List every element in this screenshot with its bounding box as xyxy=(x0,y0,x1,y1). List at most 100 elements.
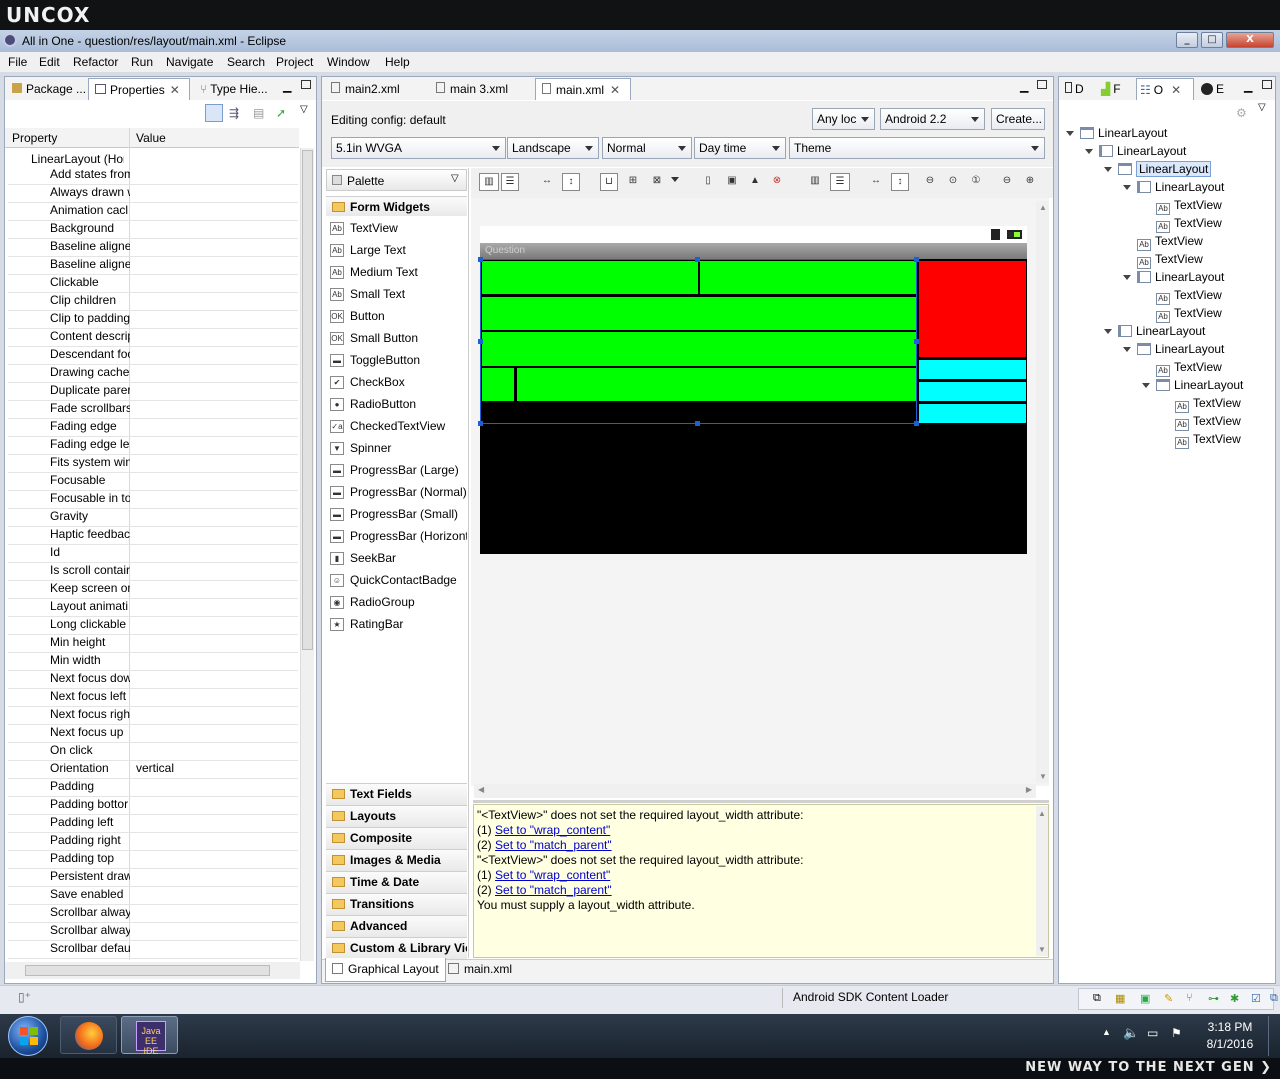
expand-triangle-icon[interactable] xyxy=(1104,329,1112,334)
canvas-vscrollbar[interactable]: ▲ ▼ xyxy=(1036,201,1049,783)
svn-icon[interactable]: ⧉ xyxy=(1270,992,1278,1005)
property-row[interactable]: Next focus dow xyxy=(8,671,298,689)
tasks-icon[interactable]: ☑ xyxy=(1251,992,1261,1005)
clock-time[interactable]: 3:18 PM xyxy=(1200,1020,1260,1034)
resize-handle[interactable] xyxy=(478,257,483,262)
property-row[interactable]: Next focus up xyxy=(8,725,298,743)
taskbar-eclipse[interactable]: Java EE IDE xyxy=(121,1016,178,1056)
orientation-select[interactable]: Landscape xyxy=(507,137,599,159)
layout-horizontal-icon[interactable]: ▥ xyxy=(479,173,499,191)
canvas-hscrollbar[interactable]: ◀ ▶ xyxy=(474,784,1036,798)
clear-weights-icon[interactable]: ▲ xyxy=(746,173,764,191)
palette-item[interactable]: ☺ QuickContactBadge xyxy=(326,570,467,592)
outline-node[interactable]: LinearLayout xyxy=(1066,126,1271,144)
show-desktop-button[interactable] xyxy=(1268,1016,1278,1056)
properties-root-node[interactable]: LinearLayout (Hori xyxy=(12,152,124,166)
property-row[interactable]: Persistent draw xyxy=(8,869,298,887)
palette-menu-icon[interactable]: ▽ xyxy=(451,173,459,184)
palette-section[interactable]: Time & Date xyxy=(326,871,467,893)
palette-item[interactable]: ▮ SeekBar xyxy=(326,548,467,570)
property-row[interactable]: Min width xyxy=(8,653,298,671)
action-center-icon[interactable]: ⚑ xyxy=(1171,1026,1182,1040)
property-row[interactable]: Baseline aligne xyxy=(8,257,298,275)
resize-handle[interactable] xyxy=(914,421,919,426)
clock-date[interactable]: 8/1/2016 xyxy=(1196,1037,1264,1051)
property-row[interactable]: Long clickable xyxy=(8,617,298,635)
menu-refactor[interactable]: Refactor xyxy=(73,55,118,69)
fix-match-parent-link[interactable]: Set to "match_parent" xyxy=(495,838,612,852)
property-row[interactable]: Fading edge xyxy=(8,419,298,437)
fill-height-icon[interactable]: ↕ xyxy=(562,173,580,191)
tab-properties[interactable]: Properties ✕ xyxy=(88,78,190,100)
property-row[interactable]: Content descrip xyxy=(8,329,298,347)
bug-icon[interactable]: ✱ xyxy=(1230,992,1239,1005)
property-row[interactable]: Clickable xyxy=(8,275,298,293)
minimize-view-icon[interactable]: ▁ xyxy=(283,80,291,93)
resize-handle[interactable] xyxy=(914,339,919,344)
toggle-layout-vert-icon[interactable]: ☰ xyxy=(830,173,850,191)
outline-node[interactable]: LinearLayout xyxy=(1066,342,1271,360)
restore-default-icon[interactable]: ▤ xyxy=(253,106,264,120)
property-row[interactable]: Fade scrollbars xyxy=(8,401,298,419)
property-row[interactable]: Descendant foc xyxy=(8,347,298,365)
expand-triangle-icon[interactable] xyxy=(1123,185,1131,190)
outline-node[interactable]: Ab TextView xyxy=(1066,432,1271,450)
maximize-editor-icon[interactable] xyxy=(1037,80,1047,89)
expand-triangle-icon[interactable] xyxy=(1085,149,1093,154)
scroll-up-icon[interactable]: ▲ xyxy=(1038,809,1046,818)
resize-handle[interactable] xyxy=(914,257,919,262)
palette-section[interactable]: Images & Media xyxy=(326,849,467,871)
tab-type-hierarchy[interactable]: ⑂ Type Hie... xyxy=(194,78,274,100)
property-row[interactable]: Gravity xyxy=(8,509,298,527)
menu-file[interactable]: File xyxy=(8,55,27,69)
property-value[interactable]: vertical xyxy=(136,761,174,775)
error-scrollbar[interactable]: ▲ ▼ xyxy=(1036,806,1048,956)
chevron-down-icon[interactable] xyxy=(671,177,679,182)
red-textview[interactable] xyxy=(919,261,1026,357)
outline-node[interactable]: LinearLayout xyxy=(1066,144,1271,162)
tab-file-explorer[interactable]: ▟ F xyxy=(1098,78,1124,100)
tab-emulator[interactable]: E xyxy=(1198,78,1227,100)
outline-node[interactable]: Ab TextView xyxy=(1066,306,1271,324)
tab-package-explorer[interactable]: Package ... xyxy=(6,78,92,100)
palette-section[interactable]: Composite xyxy=(326,827,467,849)
minimize-editor-icon[interactable]: ▁ xyxy=(1020,80,1028,93)
tab-main3-xml[interactable]: main 3.xml xyxy=(430,78,514,100)
menu-help[interactable]: Help xyxy=(385,55,410,69)
scroll-left-icon[interactable]: ◀ xyxy=(478,785,484,794)
palette-item[interactable]: Ab Large Text xyxy=(326,240,467,262)
maximize-button[interactable]: □ xyxy=(1201,32,1223,48)
property-row[interactable]: Duplicate parer xyxy=(8,383,298,401)
palette-item[interactable]: Ab TextView xyxy=(326,218,467,240)
menu-navigate[interactable]: Navigate xyxy=(166,55,213,69)
property-row[interactable]: Save enabled xyxy=(8,887,298,905)
palette-section[interactable]: Custom & Library Vie xyxy=(326,937,467,959)
property-row[interactable]: Padding xyxy=(8,779,298,797)
tab-main2-xml[interactable]: main2.xml xyxy=(325,78,406,100)
properties-scrollbar[interactable] xyxy=(300,148,314,961)
palette-header[interactable]: Palette ▽ xyxy=(326,169,467,191)
palette-item[interactable]: ● RadioButton xyxy=(326,394,467,416)
remove-weights-icon[interactable]: ⊗ xyxy=(768,173,786,191)
hscroll-thumb[interactable] xyxy=(25,965,270,976)
outline-node[interactable]: Ab TextView xyxy=(1066,396,1271,414)
java-ee-icon[interactable]: ▦ xyxy=(1115,992,1125,1005)
property-row[interactable]: Next focus left xyxy=(8,689,298,707)
error-panel-sash[interactable] xyxy=(473,800,1049,803)
outline-node[interactable]: LinearLayout xyxy=(1066,378,1271,396)
height-match-icon[interactable]: ↕ xyxy=(891,173,909,191)
outline-settings-icon[interactable]: ⚙ xyxy=(1236,106,1247,120)
property-row[interactable]: Clip to padding xyxy=(8,311,298,329)
outline-node[interactable]: Ab TextView xyxy=(1066,252,1271,270)
dock-select[interactable]: Normal xyxy=(602,137,692,159)
scroll-right-icon[interactable]: ▶ xyxy=(1026,785,1032,794)
maximize-view-icon[interactable] xyxy=(1262,80,1272,89)
palette-item[interactable]: Ab Small Text xyxy=(326,284,467,306)
tab-graphical-layout[interactable]: Graphical Layout xyxy=(325,958,446,982)
theme-select[interactable]: Theme xyxy=(789,137,1045,159)
property-row[interactable]: Orientation vertical xyxy=(8,761,298,779)
categories-toggle-icon[interactable] xyxy=(205,104,223,122)
property-row[interactable]: Focusable in to xyxy=(8,491,298,509)
taskbar-firefox[interactable] xyxy=(60,1016,117,1054)
property-row[interactable]: Min height xyxy=(8,635,298,653)
